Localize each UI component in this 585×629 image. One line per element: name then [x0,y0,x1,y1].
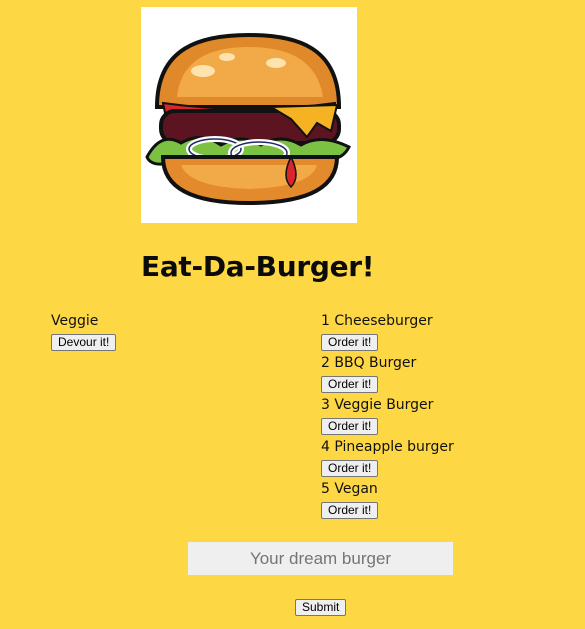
order-button[interactable]: Order it! [321,502,379,519]
burger-name: 5 Vegan [321,481,378,497]
list-item: 3 Veggie Burger Order it! [321,396,454,438]
burger-name: 3 Veggie Burger [321,397,434,413]
submit-button[interactable]: Submit [295,599,347,616]
order-button[interactable]: Order it! [321,460,379,477]
devoured-list: Veggie Devour it! [51,312,117,354]
menu-list: 1 Cheeseburger Order it! 2 BBQ Burger Or… [321,312,454,522]
burger-name: 1 Cheeseburger [321,313,433,329]
list-item: Veggie Devour it! [51,312,117,354]
burger-name: 2 BBQ Burger [321,355,417,371]
burger-name: 4 Pineapple burger [321,439,454,455]
page-title: Eat-Da-Burger! [141,250,375,283]
order-button[interactable]: Order it! [321,334,379,351]
list-item: 1 Cheeseburger Order it! [321,312,454,354]
burger-icon [145,32,352,206]
list-item: 4 Pineapple burger Order it! [321,438,454,480]
order-button[interactable]: Order it! [321,376,379,393]
list-item: 5 Vegan Order it! [321,480,454,522]
devour-button[interactable]: Devour it! [51,334,117,351]
burger-name: Veggie [51,313,99,329]
burger-logo [141,7,357,223]
dream-burger-input[interactable] [188,542,453,575]
list-item: 2 BBQ Burger Order it! [321,354,454,396]
order-button[interactable]: Order it! [321,418,379,435]
